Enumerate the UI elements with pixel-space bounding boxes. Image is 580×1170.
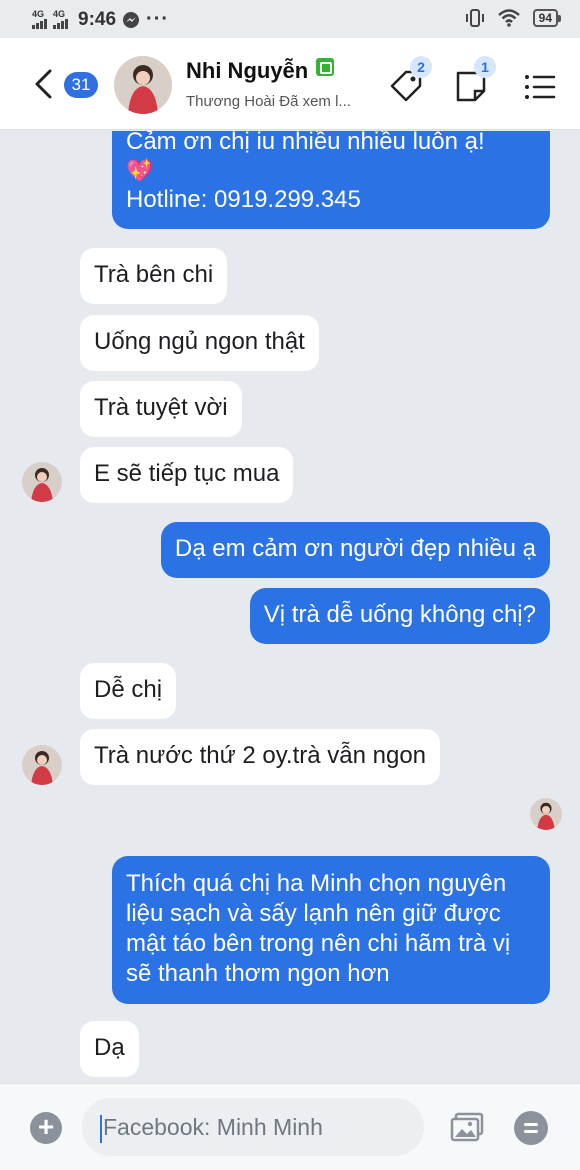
chat-icon[interactable] bbox=[514, 1111, 548, 1145]
hotline-text: Hotline: 0919.299.345 bbox=[126, 186, 361, 213]
message-text: E sẽ tiếp tục mua bbox=[94, 460, 280, 487]
sender-avatar[interactable] bbox=[22, 462, 62, 502]
message-outgoing[interactable]: Cảm ơn chị iu nhiều nhiều luôn ạ! 💖 Hotl… bbox=[112, 131, 550, 229]
message-text: Trà tuyệt vời bbox=[94, 394, 228, 421]
chat-header: 31 Nhi Nguyễn Thương Hoài Đã xem l... 2 … bbox=[0, 38, 580, 130]
tag-button[interactable]: 2 bbox=[388, 56, 432, 106]
unread-count-badge: 31 bbox=[64, 72, 98, 98]
message-line: sẽ thanh thơm ngon hơn bbox=[126, 960, 390, 987]
contact-avatar[interactable] bbox=[114, 56, 172, 114]
text-caret bbox=[100, 1114, 102, 1143]
tag-badge: 2 bbox=[410, 56, 432, 78]
status-bar: 4G 4G 9:46 ··· 94 bbox=[0, 0, 580, 38]
wifi-icon bbox=[497, 9, 520, 27]
menu-icon[interactable] bbox=[524, 74, 556, 100]
message-text: Vị trà dễ uống không chị? bbox=[263, 601, 536, 628]
note-button[interactable]: 1 bbox=[452, 56, 496, 106]
battery-icon: 94 bbox=[532, 9, 562, 27]
heart-emoji: 💖 bbox=[126, 158, 154, 183]
signal-icon: 4G bbox=[53, 10, 68, 29]
message-outgoing[interactable]: Thích quá chị ha Minh chọn nguyên liệu s… bbox=[112, 856, 550, 1004]
message-incoming[interactable]: Dạ bbox=[80, 1021, 139, 1077]
sender-avatar[interactable] bbox=[22, 745, 62, 785]
network-type-1: 4G bbox=[32, 9, 45, 19]
vibrate-icon bbox=[465, 9, 484, 27]
note-badge: 1 bbox=[474, 56, 496, 78]
message-input-placeholder: Facebook: Minh Minh bbox=[103, 1114, 323, 1140]
contact-name-text: Nhi Nguyễn bbox=[186, 58, 309, 83]
clock: 9:46 bbox=[78, 8, 117, 30]
message-text: Trà nước thứ 2 oy.trà vẫn ngon bbox=[94, 742, 427, 769]
message-incoming[interactable]: E sẽ tiếp tục mua bbox=[80, 447, 294, 503]
more-notifications: ··· bbox=[146, 8, 170, 30]
message-text: Cảm ơn chị iu nhiều nhiều luôn ạ! bbox=[126, 131, 485, 155]
seen-avatar bbox=[530, 798, 562, 830]
plus-circle-icon[interactable]: + bbox=[30, 1112, 62, 1144]
message-text: Dễ chị bbox=[94, 676, 163, 703]
seen-status: Thương Hoài Đã xem l... bbox=[186, 93, 351, 110]
message-line: mật táo bên trong nên chi hãm trà vị bbox=[126, 930, 511, 957]
composer-bar: + Facebook: Minh Minh bbox=[0, 1083, 580, 1170]
message-incoming[interactable]: Trà nước thứ 2 oy.trà vẫn ngon bbox=[80, 729, 441, 785]
message-incoming[interactable]: Trà bên chi bbox=[80, 248, 228, 304]
image-icon[interactable] bbox=[450, 1112, 484, 1142]
network-type-2: 4G bbox=[53, 9, 66, 19]
messenger-icon bbox=[123, 11, 140, 28]
message-incoming[interactable]: Trà tuyệt vời bbox=[80, 381, 242, 437]
message-outgoing[interactable]: Dạ em cảm ơn người đẹp nhiều ạ bbox=[160, 522, 550, 578]
message-line: liệu sạch và sấy lạnh nên giữ được bbox=[126, 900, 501, 927]
message-line: Thích quá chị ha Minh chọn nguyên bbox=[126, 870, 507, 897]
message-incoming[interactable]: Uống ngủ ngon thật bbox=[80, 315, 319, 371]
chevron-left-icon[interactable] bbox=[32, 68, 54, 100]
message-text: Dạ bbox=[94, 1034, 125, 1061]
message-outgoing[interactable]: Vị trà dễ uống không chị? bbox=[249, 588, 550, 644]
message-list[interactable]: Cảm ơn chị iu nhiều nhiều luôn ạ! 💖 Hotl… bbox=[0, 131, 580, 1083]
signal-icon: 4G bbox=[32, 10, 47, 29]
message-text: Trà bên chi bbox=[94, 261, 214, 288]
message-text: Uống ngủ ngon thật bbox=[94, 328, 305, 355]
message-input[interactable]: Facebook: Minh Minh bbox=[82, 1098, 424, 1156]
message-incoming[interactable]: Dễ chị bbox=[80, 663, 177, 719]
contact-name[interactable]: Nhi Nguyễn bbox=[186, 58, 335, 84]
message-text: Dạ em cảm ơn người đẹp nhiều ạ bbox=[174, 535, 536, 562]
phone-verified-icon bbox=[316, 58, 335, 76]
